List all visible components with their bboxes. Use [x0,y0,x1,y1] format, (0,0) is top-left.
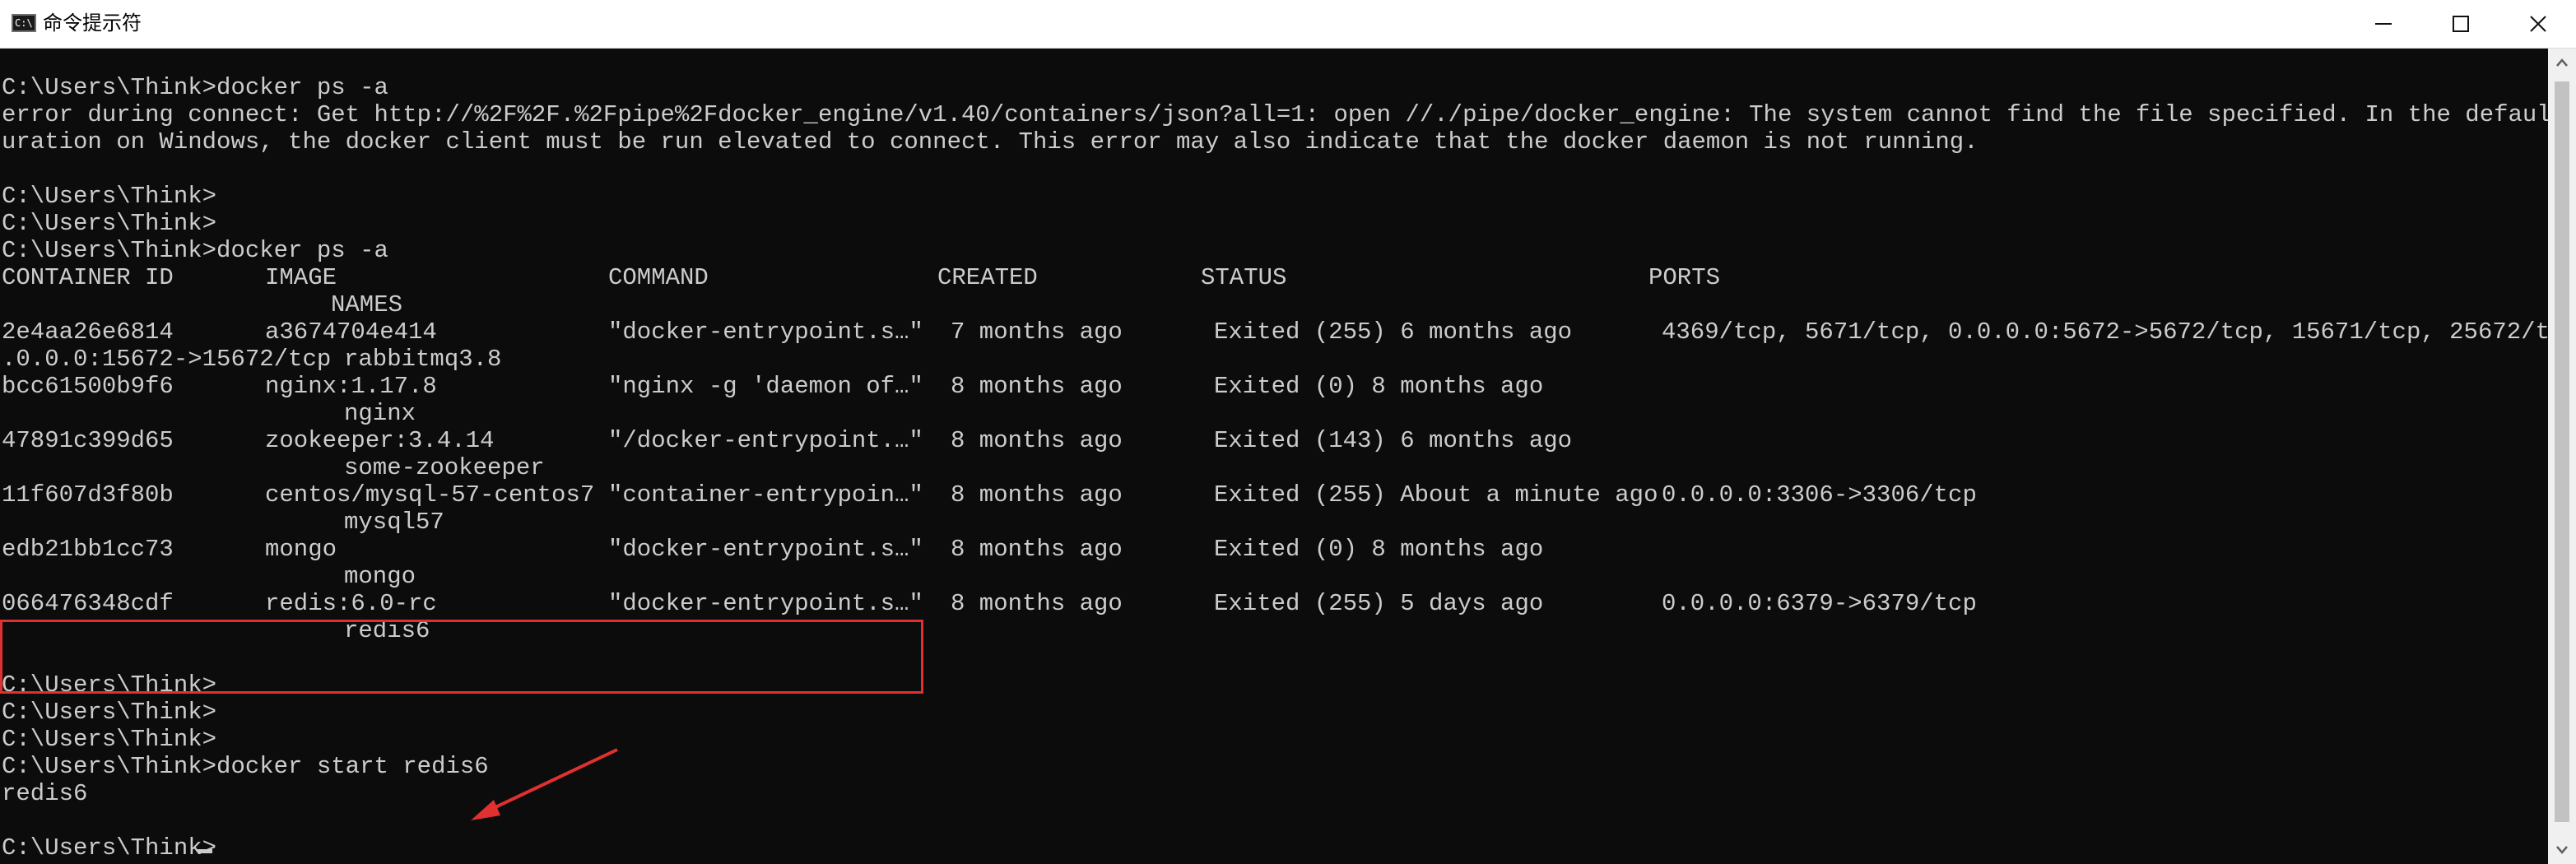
row-command: "docker-entrypoint.s…" [608,318,923,346]
row-container-id: 47891c399d65 [2,427,174,454]
row-container-id: 11f607d3f80b [2,481,174,509]
row-status: Exited (255) 5 days ago [1214,590,1544,617]
window-title: 命令提示符 [43,12,142,35]
row-command: "container-entrypoin…" [608,481,923,509]
row-container-id: edb21bb1cc73 [2,536,174,563]
row-status: Exited (0) 8 months ago [1214,373,1544,400]
row-created: 8 months ago [951,590,1123,617]
scroll-thumb[interactable] [2555,81,2569,822]
title-bar[interactable]: C:\ 命令提示符 [0,0,2576,49]
row-name: nginx [344,400,416,427]
console-line: C:\Users\Think> [2,183,217,210]
console-prompt[interactable]: C:\Users\Think> [2,834,216,862]
column-header-created: CREATED [937,264,1038,291]
column-header-status: STATUS [1201,264,1287,291]
console-line: error during connect: Get http://%2F%2F.… [2,101,2548,128]
text-cursor [198,849,212,853]
row-ports: 4369/tcp, 5671/tcp, 0.0.0.0:5672->5672/t… [1662,318,2548,346]
row-command: "/docker-entrypoint.…" [608,427,923,454]
row-created: 8 months ago [951,427,1123,454]
row-ports-wrap: .0.0.0:15672->15672/tcp [2,346,332,373]
row-image: a3674704e414 [265,318,437,346]
chevron-down-icon [2556,846,2568,854]
row-ports: 0.0.0.0:3306->3306/tcp [1662,481,1977,509]
console-line: C:\Users\Think>docker start redis6 [2,753,489,780]
highlight-box [0,620,923,694]
row-image: nginx:1.17.8 [265,373,437,400]
console-output[interactable]: C:\Users\Think>docker ps -a error during… [0,49,2548,864]
annotation-arrow [471,748,618,820]
column-header-image: IMAGE [265,264,337,291]
row-created: 8 months ago [951,536,1123,563]
row-name: some-zookeeper [344,454,545,481]
row-status: Exited (0) 8 months ago [1214,536,1544,563]
console-line: C:\Users\Think> [2,726,217,753]
console-line: C:\Users\Think> [2,210,217,237]
column-header-command: COMMAND [608,264,709,291]
row-name: mongo [344,563,416,590]
command-prompt-icon: C:\ [12,14,36,32]
minimize-icon [2375,23,2392,25]
row-container-id: 2e4aa26e6814 [2,318,174,346]
console-line: uration on Windows, the docker client mu… [2,128,1978,156]
column-header-ports: PORTS [1648,264,1721,291]
maximize-button[interactable] [2423,0,2499,48]
console-line: C:\Users\Think>docker ps -a [2,237,388,264]
row-status: Exited (255) 6 months ago [1214,318,1573,346]
row-command: "docker-entrypoint.s…" [608,590,923,617]
row-created: 8 months ago [951,373,1123,400]
row-status: Exited (255) About a minute ago [1214,481,1658,509]
column-header-container-id: CONTAINER ID [2,264,174,291]
scroll-down-button[interactable] [2548,836,2576,864]
chevron-up-icon [2556,58,2568,67]
row-status: Exited (143) 6 months ago [1214,427,1573,454]
row-name: mysql57 [344,509,444,536]
vertical-scrollbar[interactable] [2548,49,2576,864]
console-line: redis6 [2,780,88,807]
command-prompt-window: C:\ 命令提示符 C:\Users\Think>docker ps -a er… [0,0,2576,864]
row-image: centos/mysql-57-centos7 [265,481,595,509]
scroll-up-button[interactable] [2548,49,2576,77]
close-button[interactable] [2500,0,2576,48]
row-container-id: 066476348cdf [2,590,174,617]
row-created: 8 months ago [951,481,1123,509]
column-header-names: NAMES [331,291,403,318]
row-ports: 0.0.0.0:6379->6379/tcp [1662,590,1977,617]
row-name: rabbitmq3.8 [344,346,502,373]
row-image: mongo [265,536,337,563]
console-line: C:\Users\Think>docker ps -a [2,74,388,101]
row-image: redis:6.0-rc [265,590,437,617]
console-line: C:\Users\Think> [2,699,217,726]
minimize-button[interactable] [2346,0,2421,48]
close-icon [2530,16,2546,32]
row-command: "nginx -g 'daemon of…" [608,373,923,400]
row-command: "docker-entrypoint.s…" [608,536,923,563]
row-container-id: bcc61500b9f6 [2,373,174,400]
row-created: 7 months ago [951,318,1123,346]
row-image: zookeeper:3.4.14 [265,427,495,454]
maximize-icon [2453,16,2469,32]
